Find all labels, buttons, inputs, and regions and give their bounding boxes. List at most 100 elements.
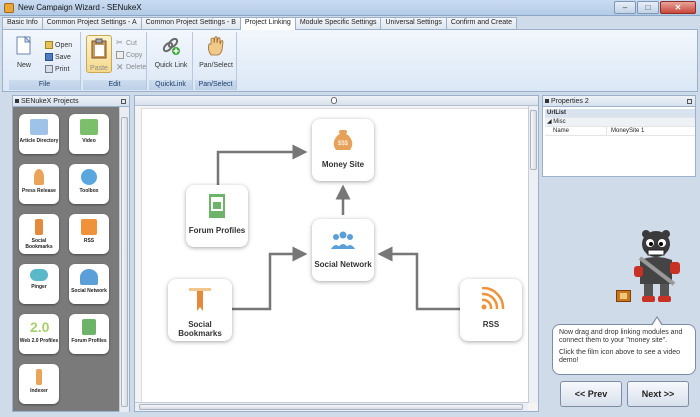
delete-button[interactable]: ✕ Delete (116, 62, 146, 72)
social-bookmarks-icon (189, 288, 211, 311)
module-web20-profiles[interactable]: 2.0 Web 2.0 Profiles (19, 314, 59, 354)
module-toolbox[interactable]: Toolbox (69, 164, 109, 204)
module-press-release[interactable]: Press Release (19, 164, 59, 204)
cut-label: Cut (126, 39, 137, 47)
article-directory-icon (30, 119, 48, 135)
module-label: Article Directory (19, 138, 59, 144)
wizard-tabs: Basic Info Common Project Settings - A C… (2, 17, 517, 30)
next-button[interactable]: Next >> (627, 381, 689, 407)
paste-button[interactable]: Paste (86, 35, 112, 73)
copy-button[interactable]: Copy (116, 50, 142, 60)
property-value[interactable]: MoneySite 1 (607, 127, 644, 135)
canvas-vertical-scrollbar[interactable] (528, 106, 538, 403)
open-folder-icon (45, 41, 53, 49)
palette-scroll-thumb[interactable] (121, 117, 128, 407)
open-button[interactable]: Open (45, 40, 72, 50)
cut-button[interactable]: ✂ Cut (116, 38, 137, 48)
node-money-site[interactable]: $$$ Money Site (312, 119, 374, 181)
pan-select-button[interactable]: Pan/Select (198, 35, 234, 69)
quick-link-button[interactable]: Quick Link (153, 35, 189, 69)
panel-grip-icon (15, 99, 19, 103)
minimize-button[interactable]: – (614, 1, 636, 14)
canvas-horizontal-scrollbar[interactable] (135, 402, 528, 411)
tab-common-settings-a[interactable]: Common Project Settings - A (41, 17, 142, 29)
tab-universal-settings[interactable]: Universal Settings (380, 17, 447, 29)
properties-panel-title: Properties 2 (551, 98, 589, 105)
tab-module-specific-settings[interactable]: Module Specific Settings (294, 17, 382, 29)
toolbox-gear-icon (81, 169, 97, 185)
property-row-name[interactable]: Name MoneySite 1 (545, 127, 695, 136)
tab-basic-info[interactable]: Basic Info (2, 17, 43, 29)
title-bar: New Campaign Wizard - SENukeX – □ ✕ (0, 0, 700, 16)
pin-icon[interactable] (121, 99, 126, 104)
quick-link-label: Quick Link (154, 62, 188, 69)
module-forum-profiles[interactable]: Forum Profiles (69, 314, 109, 354)
print-button[interactable]: Print (45, 64, 69, 74)
tab-common-settings-b[interactable]: Common Project Settings - B (140, 17, 241, 29)
module-article-directory[interactable]: Article Directory (19, 114, 59, 154)
module-social-bookmarks[interactable]: Social Bookmarks (19, 214, 59, 254)
copy-icon (116, 51, 124, 59)
connector-forum-to-money (216, 144, 308, 185)
file-group-label: File (9, 80, 80, 90)
new-button[interactable]: New (13, 35, 35, 69)
window-title: New Campaign Wizard - SENukeX (18, 3, 142, 12)
forum-profiles-icon (209, 194, 225, 218)
help-text-video: Click the film icon above to see a video… (559, 349, 681, 364)
panselect-group-label: Pan/Select (195, 80, 236, 90)
scissors-icon: ✂ (116, 38, 123, 47)
node-label: Forum Profiles (188, 226, 246, 235)
prev-button[interactable]: << Prev (560, 381, 622, 407)
node-social-bookmarks[interactable]: Social Bookmarks (168, 279, 232, 341)
canvas-hscroll-thumb[interactable] (139, 404, 523, 410)
linking-canvas[interactable]: $$$ Money Site Forum Profiles Social Net… (141, 108, 529, 403)
save-button[interactable]: Save (45, 52, 71, 62)
property-category[interactable]: ◢ Misc (545, 118, 695, 127)
social-bookmarks-icon (35, 219, 43, 235)
projects-panel-header: SENukeX Projects (13, 96, 129, 107)
ribbon: New Open Save Print File Paste ✂ Cut Cop… (2, 29, 698, 92)
properties-panel-header: Properties 2 (543, 96, 695, 107)
connector-bookmarks-to-social (232, 246, 308, 311)
pin-icon[interactable] (687, 99, 692, 104)
social-network-icon (331, 231, 355, 249)
module-label: Pinger (31, 284, 47, 290)
property-grid: UrlList ◢ Misc Name MoneySite 1 (545, 109, 695, 136)
node-label: Money Site (321, 160, 365, 169)
module-pinger[interactable]: Pinger (19, 264, 59, 304)
maximize-button[interactable]: □ (637, 1, 659, 14)
edit-group-label: Edit (83, 80, 146, 90)
paste-label: Paste (90, 65, 108, 72)
module-label: Web 2.0 Profiles (19, 338, 59, 344)
ruler-handle-icon[interactable] (331, 97, 337, 104)
node-social-network[interactable]: Social Network (312, 219, 374, 281)
social-network-icon (80, 269, 98, 285)
module-label: Toolbox (79, 188, 99, 194)
module-indexer[interactable]: Indexer (19, 364, 59, 404)
svg-text:$$$: $$$ (338, 141, 349, 147)
web20-profiles-icon: 2.0 (30, 319, 50, 335)
module-label: Social Bookmarks (25, 238, 53, 250)
film-video-demo-icon[interactable] (616, 290, 631, 302)
help-speech-bubble: Now drag and drop linking modules and co… (552, 316, 696, 375)
canvas-vscroll-thumb[interactable] (530, 110, 537, 170)
save-disk-icon (45, 53, 53, 61)
open-label: Open (55, 41, 73, 49)
close-button[interactable]: ✕ (660, 1, 696, 14)
module-video[interactable]: Video (69, 114, 109, 154)
module-label: RSS (83, 238, 95, 244)
panel-grip-icon (545, 99, 549, 103)
new-document-icon (16, 35, 32, 55)
panselect-group: Pan/Select Pan/Select (195, 32, 237, 90)
node-rss[interactable]: RSS (460, 279, 522, 341)
edit-group: Paste ✂ Cut Copy ✕ Delete Edit (83, 32, 147, 90)
module-social-network[interactable]: Social Network (69, 264, 109, 304)
projects-panel-title: SENukeX Projects (21, 98, 79, 105)
palette-scrollbar[interactable] (119, 107, 129, 412)
tab-project-linking[interactable]: Project Linking (239, 17, 296, 30)
tab-confirm-and-create[interactable]: Confirm and Create (445, 17, 517, 29)
node-forum-profiles[interactable]: Forum Profiles (186, 185, 248, 247)
rss-icon (81, 219, 97, 235)
new-label: New (16, 62, 31, 69)
module-rss[interactable]: RSS (69, 214, 109, 254)
